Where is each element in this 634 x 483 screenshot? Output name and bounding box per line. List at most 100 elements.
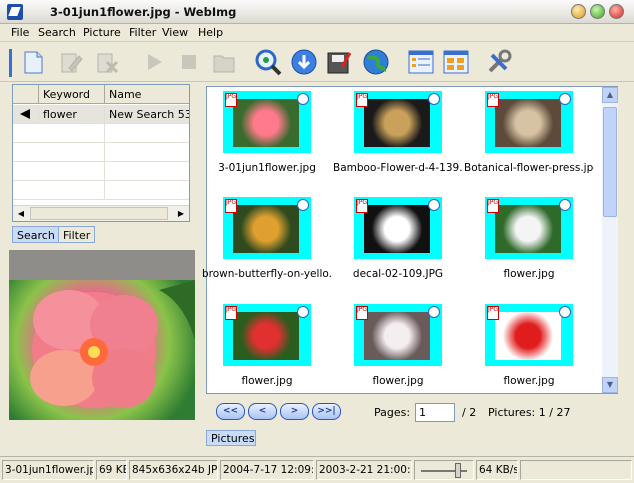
select-toggle[interactable] [428, 306, 440, 318]
thumbnail-item[interactable]: JPG [354, 304, 442, 366]
status-empty [520, 460, 632, 480]
table-row[interactable] [13, 143, 189, 162]
menu-help[interactable]: Help [198, 26, 223, 39]
thumbnail-caption: flower.jpg [372, 375, 424, 387]
jpg-badge: JPG [356, 199, 368, 213]
select-toggle[interactable] [559, 93, 571, 105]
tools-icon[interactable] [482, 45, 516, 79]
globe-icon[interactable] [359, 45, 393, 79]
list-view-icon[interactable] [404, 45, 438, 79]
menu-search[interactable]: Search [38, 26, 76, 39]
delete-icon[interactable] [90, 45, 124, 79]
minimize-button[interactable] [571, 4, 586, 19]
title-bar[interactable]: 3-01jun1flower.jpg - WebImg [0, 0, 634, 24]
select-toggle[interactable] [428, 93, 440, 105]
next-page-button[interactable]: > [280, 403, 309, 420]
select-toggle[interactable] [297, 306, 309, 318]
menu-picture[interactable]: Picture [83, 26, 121, 39]
jpg-badge: JPG [225, 93, 237, 107]
toolbar-grip[interactable] [9, 49, 12, 77]
row-name: New Search 53 [109, 108, 189, 121]
thumbnail-caption: flower.jpg [503, 268, 555, 280]
status-dimensions: 845x636x24b JPG [129, 460, 218, 480]
open-folder-icon[interactable] [207, 45, 241, 79]
column-keyword[interactable]: Keyword [39, 85, 105, 104]
maximize-button[interactable] [590, 4, 605, 19]
last-page-button[interactable]: >>| [312, 403, 341, 420]
image-preview [9, 250, 195, 420]
scroll-left-icon[interactable]: ◀ [13, 206, 29, 221]
select-toggle[interactable] [297, 199, 309, 211]
row-keyword: flower [39, 105, 105, 124]
select-toggle[interactable] [559, 306, 571, 318]
scroll-thumb[interactable] [30, 207, 168, 220]
row-pointer-icon [13, 105, 39, 124]
thumbnail-image [364, 99, 430, 147]
thumbnail-caption: flower.jpg [241, 375, 293, 387]
thumbnail-caption: flower.jpg [503, 375, 555, 387]
tab-pictures[interactable]: Pictures [206, 430, 256, 446]
gallery-vertical-scrollbar[interactable]: ▲ ▼ [602, 87, 618, 393]
thumbnail-image [233, 205, 299, 253]
scroll-thumb[interactable] [603, 107, 617, 217]
thumbnail-item[interactable]: JPG [485, 304, 573, 366]
jpg-badge: JPG [487, 93, 499, 107]
select-toggle[interactable] [559, 199, 571, 211]
thumbnail-caption: decal-02-109.JPG [352, 268, 444, 280]
download-icon[interactable] [287, 45, 321, 79]
tab-search[interactable]: Search [12, 226, 60, 243]
menu-filter[interactable]: Filter [129, 26, 156, 39]
menu-file[interactable]: File [11, 26, 29, 39]
slider-thumb[interactable] [454, 463, 461, 478]
speed-slider[interactable] [414, 460, 474, 480]
grid-horizontal-scrollbar[interactable]: ◀ ▶ [13, 205, 189, 221]
prev-page-button[interactable]: < [248, 403, 277, 420]
close-button[interactable] [609, 4, 624, 19]
table-row[interactable] [13, 162, 189, 181]
jpg-badge: JPG [356, 93, 368, 107]
edit-icon[interactable] [54, 45, 88, 79]
thumbnail-item[interactable]: JPG [485, 91, 573, 153]
select-toggle[interactable] [297, 93, 309, 105]
toolbar [0, 42, 634, 82]
table-row[interactable]: flower New Search 53 [13, 105, 189, 124]
first-page-button[interactable]: << [216, 403, 245, 420]
menu-view[interactable]: View [162, 26, 188, 39]
scroll-up-icon[interactable]: ▲ [602, 87, 618, 103]
window-title: 3-01jun1flower.jpg - WebImg [50, 5, 237, 19]
select-toggle[interactable] [428, 199, 440, 211]
thumbnail-image [364, 205, 430, 253]
keyword-grid: Keyword Name flower New Search 53 ◀ ▶ [12, 84, 190, 222]
app-window: 3-01jun1flower.jpg - WebImg File Search … [0, 0, 634, 483]
thumbnail-item[interactable]: JPG [354, 91, 442, 153]
thumbnail-view-icon[interactable] [439, 45, 473, 79]
jpg-badge: JPG [225, 306, 237, 320]
thumbnail-image [495, 99, 561, 147]
thumbnail-caption: 3-01jun1flower.jpg [218, 162, 316, 174]
column-name[interactable]: Name [105, 85, 189, 104]
pictures-count: Pictures: 1 / 27 [488, 406, 571, 419]
thumbnail-item[interactable]: JPG [485, 197, 573, 259]
stop-icon[interactable] [172, 45, 206, 79]
scroll-down-icon[interactable]: ▼ [602, 377, 618, 393]
thumbnail-item[interactable]: JPG [223, 91, 311, 153]
thumbnail-caption: Bamboo-Flower-d-4-139.... [333, 162, 463, 174]
thumbnail-item[interactable]: JPG [223, 197, 311, 259]
jpg-badge: JPG [487, 306, 499, 320]
status-created-date: 2003-2-21 21:00:0 [316, 460, 412, 480]
thumbnail-image [233, 312, 299, 360]
table-row[interactable] [13, 124, 189, 143]
save-disk-icon[interactable] [322, 45, 356, 79]
scroll-right-icon[interactable]: ▶ [173, 206, 189, 221]
new-search-icon[interactable] [16, 45, 50, 79]
thumbnail-item[interactable]: JPG [223, 304, 311, 366]
thumbnail-item[interactable]: JPG [354, 197, 442, 259]
zoom-search-icon[interactable] [251, 45, 285, 79]
thumbnail-caption: brown-butterfly-on-yello... [202, 268, 332, 280]
tab-filter[interactable]: Filter [58, 226, 96, 243]
pager: << < > >>| Pages: 1 / 2 Pictures: 1 / 27 [206, 396, 618, 428]
page-input[interactable]: 1 [415, 403, 455, 422]
status-modified-date: 2004-7-17 12:09:1 [220, 460, 314, 480]
table-row[interactable] [13, 181, 189, 200]
play-icon[interactable] [137, 45, 171, 79]
